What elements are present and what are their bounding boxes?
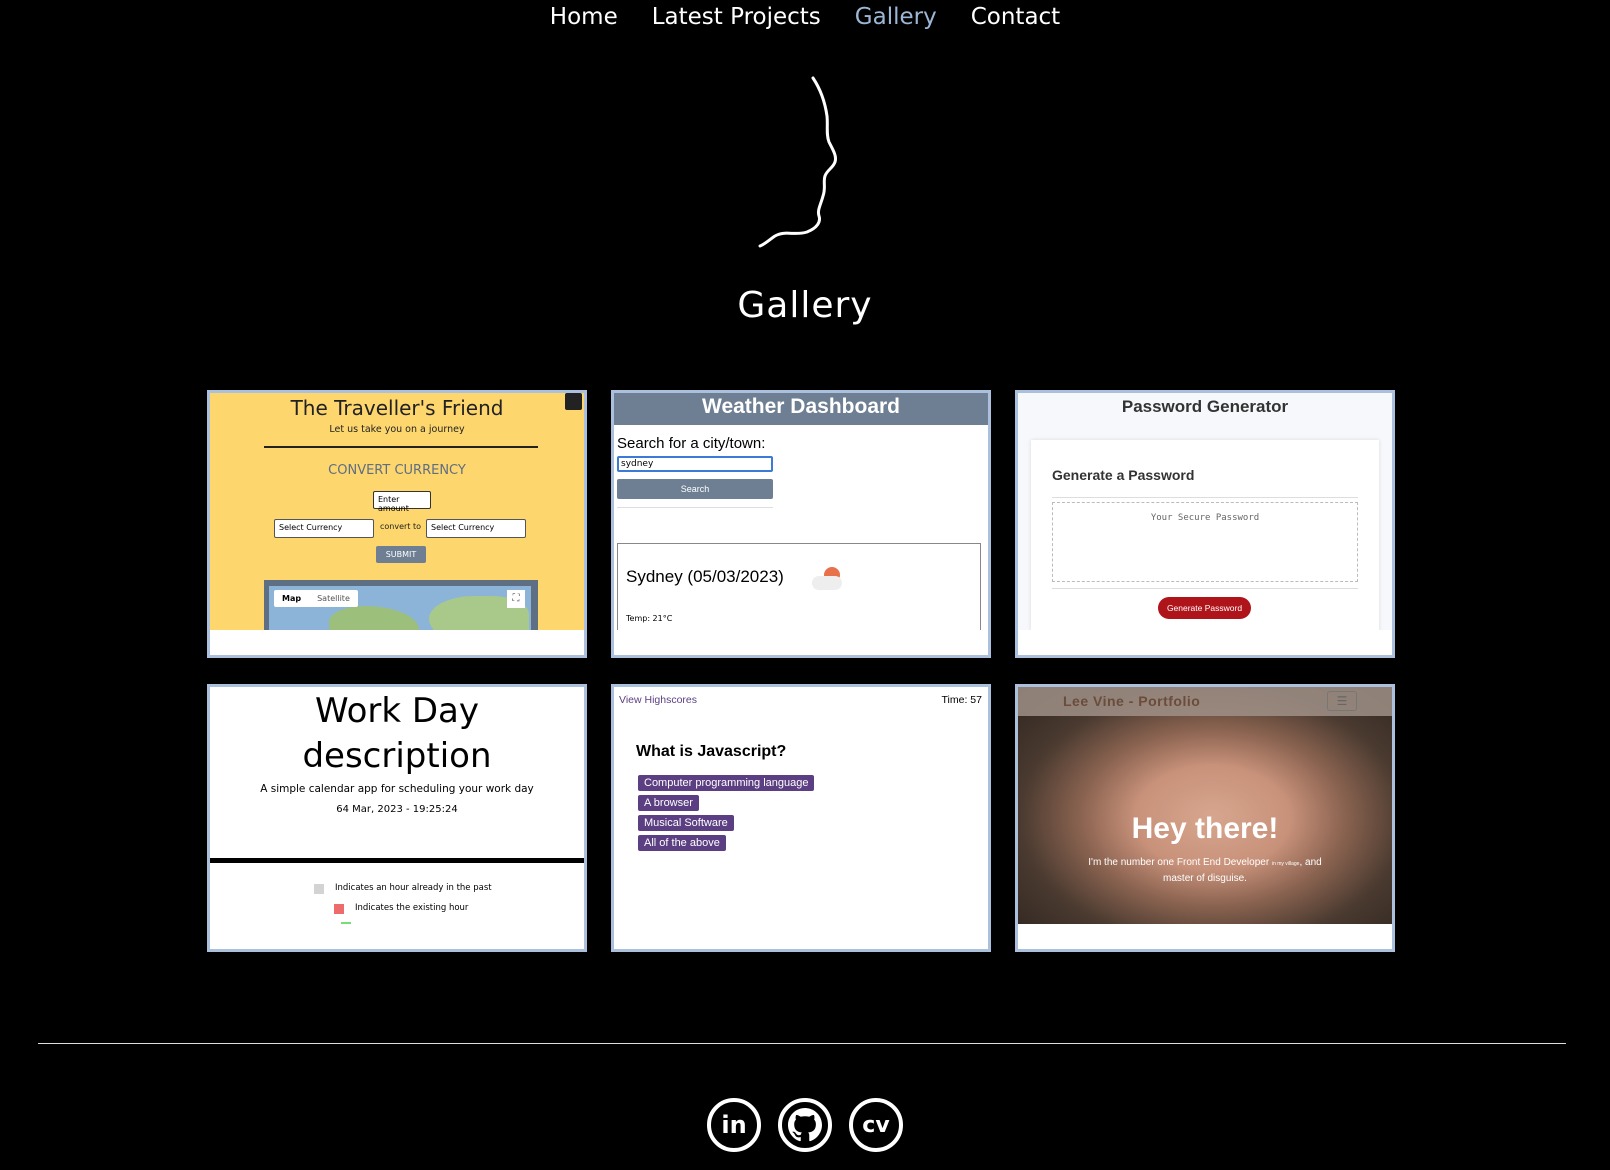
password-title: Password Generator <box>1121 397 1289 416</box>
map-tab[interactable]: Map <box>274 594 309 603</box>
portfolio-screenshot: Lee Vine - Portfolio ☰ Hey there! I'm th… <box>1018 687 1392 924</box>
portfolio-header: Lee Vine - Portfolio ☰ <box>1018 687 1392 716</box>
page-title: Gallery <box>737 285 873 326</box>
map[interactable]: Map Satellite ⛶ <box>269 586 531 630</box>
view-highscores-link[interactable]: View Highscores <box>619 694 697 706</box>
divider <box>264 446 538 448</box>
workday-datetime: 64 Mar, 2023 - 19:25:24 <box>336 804 458 815</box>
traveller-title: The Traveller's Friend <box>290 396 504 420</box>
convert-currency-heading: CONVERT CURRENCY <box>328 463 466 478</box>
gallery-card-javascript-quiz[interactable]: View Highscores Time: 57 What is Javascr… <box>611 684 991 952</box>
temperature: Temp: 21°C <box>626 614 673 623</box>
weather-title: Weather Dashboard <box>614 393 988 425</box>
work-day-screenshot: Work Day description A simple calendar a… <box>210 687 584 924</box>
answer-button[interactable]: A browser <box>638 795 699 811</box>
portfolio-brand: Lee Vine - Portfolio <box>1063 693 1201 709</box>
workday-title: Work Day description <box>302 691 492 776</box>
nav-contact[interactable]: Contact <box>971 0 1060 36</box>
answer-list: Computer programming language A browser … <box>638 773 815 853</box>
hero-headline: Hey there! <box>1131 812 1279 845</box>
nav-home[interactable]: Home <box>550 0 618 36</box>
divider <box>210 858 584 863</box>
gallery-card-weather-dashboard[interactable]: Weather Dashboard Search for a city/town… <box>611 390 991 658</box>
tagline-text: , and <box>1299 857 1322 868</box>
fullscreen-icon[interactable]: ⛶ <box>507 590 525 608</box>
gallery-card-work-day[interactable]: Work Day description A simple calendar a… <box>207 684 587 952</box>
submit-button[interactable]: SUBMIT <box>376 546 426 563</box>
face-profile-logo <box>758 76 837 248</box>
footer-divider <box>38 1043 1566 1044</box>
nav-gallery[interactable]: Gallery <box>855 0 937 36</box>
quiz-timer: Time: 57 <box>941 694 982 706</box>
hamburger-menu-icon[interactable]: ☰ <box>1327 691 1357 711</box>
answer-button[interactable]: Computer programming language <box>638 775 815 791</box>
current-weather-panel: Sydney (05/03/2023) Temp: 21°C <box>617 543 981 630</box>
social-links: in cv <box>0 1098 1610 1152</box>
weather-dashboard-screenshot: Weather Dashboard Search for a city/town… <box>614 393 988 630</box>
select-currency-to[interactable]: Select Currency <box>426 519 526 538</box>
convert-to-label: convert to <box>380 522 422 531</box>
current-hour-swatch <box>334 904 344 914</box>
legend-past: Indicates an hour already in the past <box>335 883 492 893</box>
weather-icon <box>810 566 846 594</box>
select-currency-from[interactable]: Select Currency <box>274 519 374 538</box>
answer-button[interactable]: Musical Software <box>638 815 734 831</box>
nav-latest-projects[interactable]: Latest Projects <box>652 0 821 36</box>
search-button[interactable]: Search <box>617 479 773 499</box>
travellers-friend-screenshot: The Traveller's Friend Let us take you o… <box>210 393 584 630</box>
map-landmass <box>329 606 419 630</box>
cv-icon[interactable]: cv <box>849 1098 903 1152</box>
divider <box>1052 588 1358 589</box>
future-hour-swatch <box>341 922 351 924</box>
hero-tagline: I'm the number one Front End Developer i… <box>1018 857 1392 868</box>
dark-mode-icon <box>565 393 582 410</box>
search-label: Search for a city/town: <box>617 435 766 452</box>
tagline-small-text: in my village <box>1271 861 1300 867</box>
main-nav: Home Latest Projects Gallery Contact <box>0 0 1610 36</box>
satellite-tab[interactable]: Satellite <box>309 594 358 603</box>
github-mark <box>788 1108 822 1142</box>
traveller-subtitle: Let us take you on a journey <box>329 424 465 435</box>
gallery-card-travellers-friend[interactable]: The Traveller's Friend Let us take you o… <box>207 390 587 658</box>
city-date: Sydney (05/03/2023) <box>626 567 784 586</box>
password-generator-screenshot: Password Generator Generate a Password Y… <box>1018 393 1392 630</box>
legend-present: Indicates the existing hour <box>355 903 469 913</box>
city-search-input[interactable]: sydney <box>617 456 773 472</box>
password-card: Generate a Password Your Secure Password… <box>1031 440 1379 630</box>
divider <box>617 507 773 508</box>
amount-input[interactable]: Enter amount <box>373 491 431 513</box>
tagline-text: I'm the number one Front End Developer <box>1088 857 1270 868</box>
linkedin-icon[interactable]: in <box>707 1098 761 1152</box>
portrait-photo <box>1018 687 1392 924</box>
map-type-toggle: Map Satellite <box>274 590 358 607</box>
workday-subtitle: A simple calendar app for scheduling you… <box>260 783 534 795</box>
javascript-quiz-screenshot: View Highscores Time: 57 What is Javascr… <box>614 687 988 924</box>
answer-button[interactable]: All of the above <box>638 835 726 851</box>
divider <box>1052 497 1358 498</box>
github-icon[interactable] <box>778 1098 832 1152</box>
past-hour-swatch <box>314 884 324 894</box>
hero-tagline-2: master of disguise. <box>1163 873 1247 884</box>
generate-heading: Generate a Password <box>1052 467 1195 483</box>
password-output[interactable]: Your Secure Password <box>1052 502 1358 582</box>
gallery-card-password-generator[interactable]: Password Generator Generate a Password Y… <box>1015 390 1395 658</box>
gallery-card-portfolio[interactable]: Lee Vine - Portfolio ☰ Hey there! I'm th… <box>1015 684 1395 952</box>
quiz-question: What is Javascript? <box>636 743 787 760</box>
generate-password-button[interactable]: Generate Password <box>1158 597 1251 619</box>
map-frame: Map Satellite ⛶ <box>264 580 538 630</box>
